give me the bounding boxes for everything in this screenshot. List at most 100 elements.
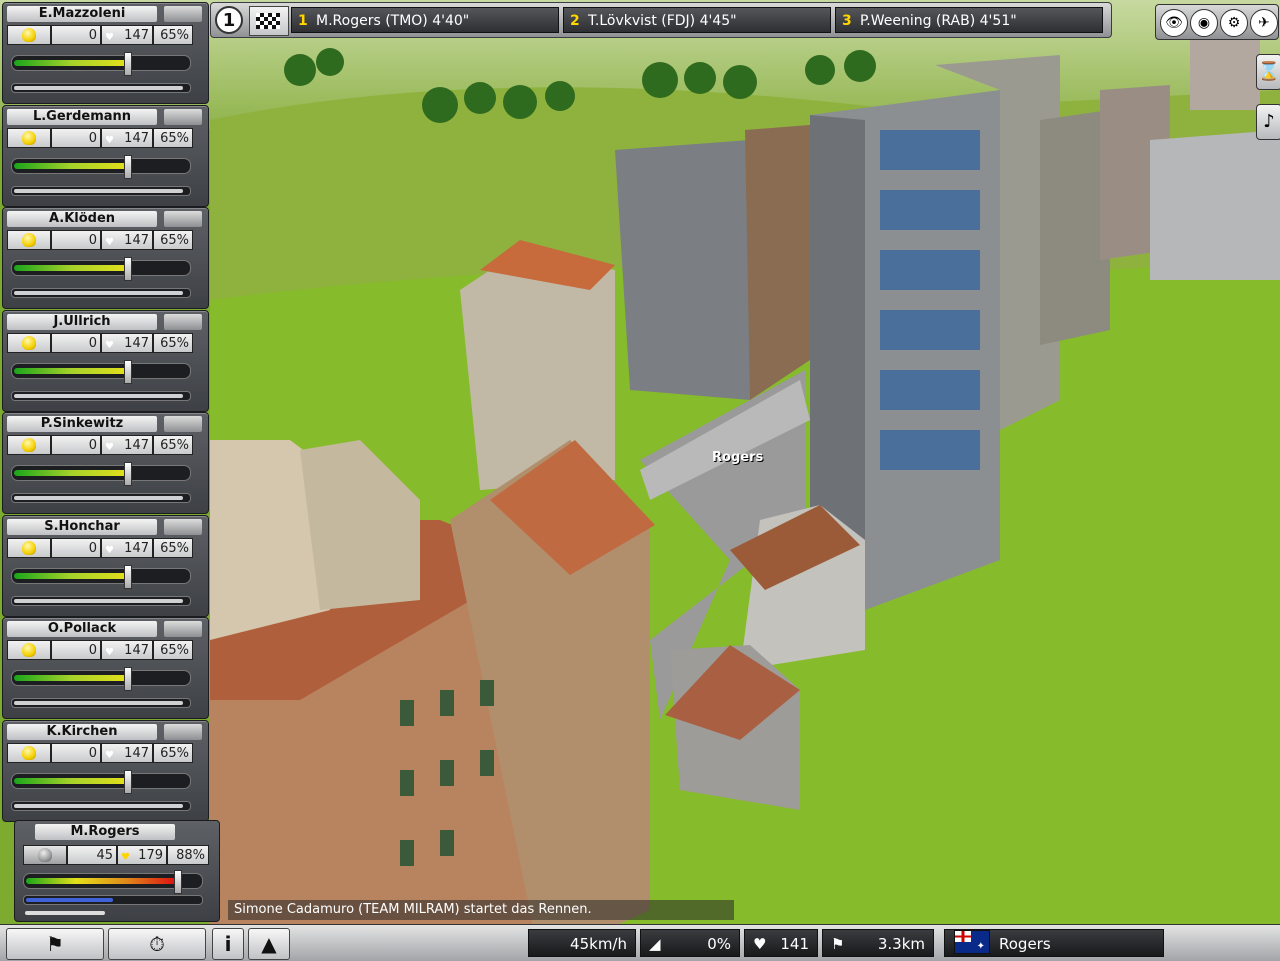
standing-text: T.Lövkvist (FDJ) 4'45" [588,13,737,29]
energy-fill [14,572,129,579]
attack-bulb-button[interactable] [23,845,67,865]
energy-slider-handle[interactable] [124,257,132,281]
rider-card[interactable]: J.Ullrich 0 ♥ 147 65% [2,309,209,412]
rider-name: L.Gerdemann [7,108,157,125]
camera-helicopter-icon[interactable]: ✈ [1250,9,1278,37]
attack-value: 45 [67,845,117,865]
energy-slider[interactable] [11,257,191,281]
energy-fill [14,162,129,169]
heart-icon: ♥ [105,749,114,761]
checkered-flag-button[interactable] [249,6,289,36]
profile-button[interactable]: ▲ [248,928,290,960]
energy-slider-handle[interactable] [124,462,132,486]
selected-rider-energy-slider[interactable] [23,870,203,894]
standing-1[interactable]: 1 M.Rogers (TMO) 4'40" [291,7,559,33]
selected-rider-name: M.Rogers [35,824,175,840]
position-indicator[interactable]: 1 [215,6,243,34]
heart-rate-value: ♥ 147 [101,640,153,660]
reserve-bar [11,800,191,811]
rider-card[interactable]: S.Honchar 0 ♥ 147 65% [2,514,209,617]
rider-stats: 0 ♥ 147 65% [7,537,193,558]
rider-card[interactable]: E.Mazzoleni 0 ♥ 147 65% [2,2,209,104]
attack-bulb-button[interactable] [7,537,51,558]
rider-corner-tab [164,108,202,125]
energy-slider-handle[interactable] [124,667,132,691]
heart-rate-text: 147 [124,438,149,453]
rider-card[interactable]: O.Pollack 0 ♥ 147 65% [2,617,209,719]
effort-percent: 65% [153,435,193,455]
energy-slider[interactable] [11,564,191,589]
rider-card[interactable]: A.Klöden 0 ♥ 147 65% [2,207,209,309]
reserve-bar [11,288,191,298]
attack-value: 0 [51,25,101,45]
gradient-text: 0% [707,935,731,953]
camera-controls: 👁 ◉ ⚙ ✈ [1155,4,1279,40]
energy-slider-handle[interactable] [174,870,182,894]
reserve-bar [11,595,191,606]
energy-slider[interactable] [11,359,191,384]
selected-rider-card[interactable]: M.Rogers 45 ♥ 179 88% [14,820,220,922]
rider-card[interactable]: K.Kirchen 0 ♥ 147 65% [2,719,209,822]
energy-slider-handle[interactable] [124,52,132,76]
selected-rider-stats: 45 ♥ 179 88% [23,845,209,865]
attack-value: 0 [51,742,101,763]
heart-rate-text: 147 [124,540,149,556]
lightbulb-icon [22,643,36,657]
camera-car-icon[interactable]: ◉ [1190,9,1218,37]
attack-bulb-button[interactable] [7,640,51,660]
attack-bulb-button[interactable] [7,742,51,763]
rider-name: O.Pollack [7,621,157,637]
team-view-button[interactable]: ⚑ [6,928,104,960]
rider-corner-tab [164,211,202,227]
effort-percent: 65% [153,230,193,250]
lightbulb-icon [22,28,36,42]
eye-icon[interactable]: 👁 [1160,9,1188,37]
attack-bulb-button[interactable] [7,332,51,353]
rider-card[interactable]: P.Sinkewitz 0 ♥ 147 65% [2,412,209,514]
energy-slider[interactable] [11,667,191,691]
standing-2[interactable]: 2 T.Lövkvist (FDJ) 4'45" [563,7,831,33]
rider-name: S.Honchar [7,518,157,535]
heart-rate-value: ♥ 147 [101,332,153,353]
energy-slider[interactable] [11,52,191,76]
energy-slider-handle[interactable] [124,359,132,384]
rider-corner-tab [164,416,202,432]
attack-bulb-button[interactable] [7,127,51,148]
heart-icon: ♥ [105,647,114,658]
attack-bulb-button[interactable] [7,230,51,250]
energy-fill [26,878,176,884]
attack-bulb-button[interactable] [7,435,51,455]
heart-icon: ♥ [105,544,114,556]
standing-3[interactable]: 3 P.Weening (RAB) 4'51" [835,7,1103,33]
reserve-fill [14,701,183,705]
rider-corner-tab [164,723,202,740]
energy-slider[interactable] [11,462,191,486]
attack-value: 0 [51,230,101,250]
heart-rate-value: ♥ 147 [101,127,153,148]
hourglass-icon[interactable]: ⌛ [1256,54,1280,90]
effort-percent: 88% [167,845,209,865]
rider-card[interactable]: L.Gerdemann 0 ♥ 147 65% [2,104,209,207]
effort-percent: 65% [153,537,193,558]
energy-slider-handle[interactable] [124,769,132,794]
reserve-fill [14,393,183,398]
standing-rank: 1 [298,13,308,29]
heart-rate-text: 147 [124,233,149,248]
attack-bulb-button[interactable] [7,25,51,45]
attack-value: 0 [51,332,101,353]
energy-slider[interactable] [11,769,191,794]
energy-slider[interactable] [11,154,191,179]
camera-bike-icon[interactable]: ⚙ [1220,9,1248,37]
rider-corner-tab [164,313,202,330]
heart-rate-value: ♥ 147 [101,435,153,455]
checkered-flag-icon [256,13,280,29]
music-note-icon[interactable]: ♪ [1256,104,1280,140]
energy-slider-handle[interactable] [124,564,132,589]
selected-rider-reserve-bar [23,895,203,905]
rider-name: K.Kirchen [7,723,157,740]
energy-slider-handle[interactable] [124,154,132,179]
info-button[interactable]: i [212,928,244,960]
australia-flag-icon [954,930,990,954]
timer-button[interactable]: ⏱ [108,928,206,960]
rider-name-label[interactable]: Rogers [712,450,763,465]
